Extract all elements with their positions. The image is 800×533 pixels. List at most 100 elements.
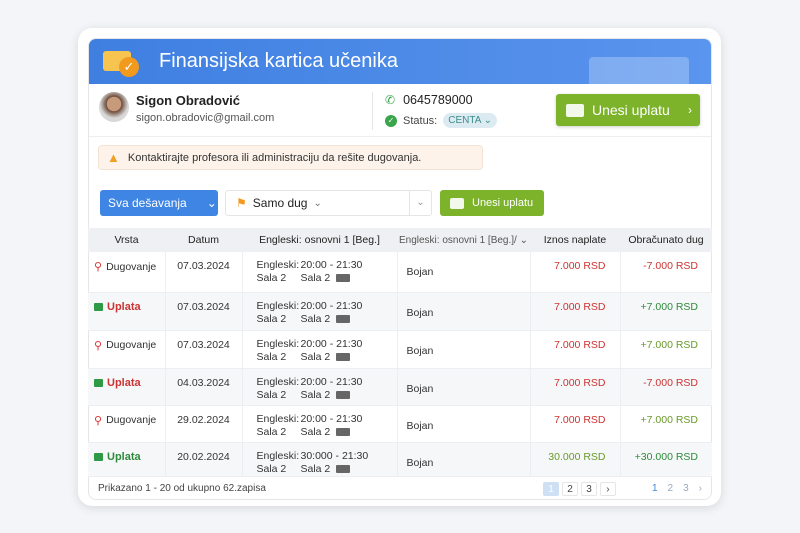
pay-button-label: Unesi uplatu	[472, 197, 534, 209]
balance-cell: -7.000 RSD	[620, 368, 712, 405]
time: 20:00 - 21:30	[300, 412, 363, 425]
teacher-cell: Bojan	[397, 368, 531, 405]
room: Sala 2	[300, 388, 331, 401]
pay-button-primary[interactable]: Unesi uplatu ›	[556, 94, 700, 126]
debt-filter-label: Samo dug	[252, 196, 308, 210]
next-page-button[interactable]: ›	[599, 481, 616, 496]
pay-button-secondary[interactable]: Unesi uplatu	[440, 190, 544, 216]
student-email[interactable]: sigon.obradovic@gmail.com	[136, 112, 274, 124]
card-icon	[450, 197, 464, 209]
room: Sala 2	[300, 350, 331, 363]
date-cell: 20.02.2024	[165, 442, 243, 476]
phone-number: 0645789000	[403, 93, 473, 107]
table-row[interactable]: Uplata 04.03.2024 Engleski:20:00 - 21:30…	[88, 368, 712, 405]
status-label: Status:	[403, 114, 438, 127]
warning-icon: ▲	[107, 150, 120, 165]
table-footer: Prikazano 1 - 20 od ukupno 62.zapisa 1 2…	[88, 476, 712, 500]
amount-cell: 7.000 RSD	[530, 368, 621, 405]
amount-cell: 7.000 RSD	[530, 252, 621, 292]
type-label: Dugovanje	[106, 260, 157, 273]
check-circle-icon: ✓	[385, 114, 397, 127]
divider	[372, 92, 373, 130]
page-2[interactable]: 2	[668, 483, 674, 494]
time: 20:00 - 21:30	[300, 337, 363, 350]
time: 20:00 - 21:30	[300, 375, 363, 388]
chevron-down-icon: ⌄	[206, 196, 217, 210]
chevron-down-icon: ⌄	[519, 234, 529, 246]
amount-cell: 7.000 RSD	[530, 330, 621, 368]
classroom-icon	[336, 352, 351, 361]
page-3[interactable]: 3	[683, 483, 689, 494]
classroom-icon	[336, 390, 351, 399]
balance-cell: -7.000 RSD	[643, 260, 698, 272]
page-2[interactable]: 2	[561, 481, 578, 496]
page-1[interactable]: 1	[542, 481, 559, 496]
type-cell: ⚲ Dugovanje	[88, 330, 166, 368]
student-profile: Sigon Obradović sigon.obradovic@gmail.co…	[89, 84, 711, 137]
student-name: Sigon Obradović	[136, 93, 241, 108]
balance-cell: +7.000 RSD	[620, 292, 712, 330]
dropdown-toggle[interactable]: ⌄	[409, 191, 431, 215]
status: ✓ Status: CENTA ⌄	[385, 113, 498, 128]
table-row[interactable]: Uplata 20.02.2024 Engleski:30:000 - 21:3…	[88, 442, 712, 476]
records-summary: Prikazano 1 - 20 od ukupno 62.zapisa	[98, 483, 266, 494]
wallet-icon	[94, 452, 103, 461]
table-row[interactable]: ⚲ Dugovanje 07.03.2024 Engleski:20:00 - 2…	[88, 330, 712, 368]
alert-text: Kontaktirajte profesora ili administraci…	[127, 151, 422, 164]
teacher-cell: Bojan	[397, 330, 531, 368]
pagination-secondary: 1 2 3 ›	[652, 483, 702, 494]
course-name: Engleski:	[256, 259, 300, 271]
classroom-icon	[336, 464, 351, 473]
status-dropdown[interactable]: CENTA ⌄	[443, 113, 498, 128]
col-amount[interactable]: Iznos naplate	[530, 228, 620, 252]
table-row[interactable]: ⚲ Dugovanje 07.03.2024 Engleski:20:00 - 2…	[88, 252, 712, 292]
course-cell: Engleski:20:00 - 21:30 Sala 2 Sala 2	[242, 368, 398, 405]
col-balance[interactable]: Obračunato dug	[620, 228, 712, 252]
col-course-teacher[interactable]: Engleski: osnovni 1 [Beg.]/ ⌄	[397, 228, 530, 252]
type-cell: ⚲ Dugovanje	[88, 252, 166, 292]
room: Sala 2	[256, 425, 287, 438]
type-label: Uplata	[107, 300, 141, 313]
type-cell: Uplata	[88, 368, 166, 405]
pagination: 1 2 3 ›	[542, 481, 616, 496]
course-cell: Engleski:20:00 - 21:30 Sala 2 Sala 2	[242, 405, 398, 442]
chevron-right-icon: ›	[688, 103, 692, 117]
page-title: Finansijska kartica učenika	[159, 50, 398, 72]
balance-cell: +7.000 RSD	[640, 338, 699, 351]
page-1[interactable]: 1	[652, 483, 658, 494]
debt-pin-icon: ⚲	[94, 261, 103, 273]
room: Sala 2	[256, 350, 287, 363]
room: Sala 2	[300, 425, 331, 438]
debt-filter-dropdown[interactable]: ⚑ Samo dug ⌄ ⌄	[225, 190, 432, 216]
type-label: Dugovanje	[106, 414, 157, 426]
type-label: Dugovanje	[106, 339, 157, 351]
type-cell: Uplata	[88, 292, 166, 330]
next-page-button[interactable]: ›	[699, 483, 702, 494]
avatar	[99, 92, 129, 122]
flag-icon: ⚑	[236, 196, 247, 210]
room: Sala 2	[256, 462, 287, 475]
col-date[interactable]: Datum	[165, 228, 242, 252]
debt-pin-icon: ⚲	[94, 339, 103, 352]
type-cell: ⚲ Dugovanje	[88, 405, 166, 442]
table-row[interactable]: ⚲ Dugovanje 29.02.2024 Engleski:20:00 - 2…	[88, 405, 712, 442]
header: ✓ Finansijska kartica učenika	[89, 39, 711, 87]
room: Sala 2	[300, 312, 331, 325]
teacher-cell: Bojan	[397, 405, 531, 442]
page-3[interactable]: 3	[580, 481, 597, 496]
date-cell: 07.03.2024	[165, 292, 243, 330]
room: Sala 2	[256, 272, 287, 284]
room: Sala 2	[256, 388, 287, 401]
classroom-icon	[336, 314, 351, 323]
type-label: Uplata	[107, 450, 141, 463]
amount-cell: 7.000 RSD	[530, 292, 621, 330]
wallet-icon	[94, 378, 103, 387]
amount-cell: 7.000 RSD	[530, 405, 621, 442]
type-cell: Uplata	[88, 442, 166, 476]
room: Sala 2	[300, 272, 331, 284]
events-filter-dropdown[interactable]: Sva dešavanja ⌄	[100, 190, 218, 216]
col-type[interactable]: Vrsta	[88, 228, 165, 252]
phone-icon: ✆	[385, 93, 396, 107]
col-course[interactable]: Engleski: osnovni 1 [Beg.]	[242, 228, 397, 252]
table-row[interactable]: Uplata 07.03.2024 Engleski:20:00 - 21:30…	[88, 292, 712, 330]
